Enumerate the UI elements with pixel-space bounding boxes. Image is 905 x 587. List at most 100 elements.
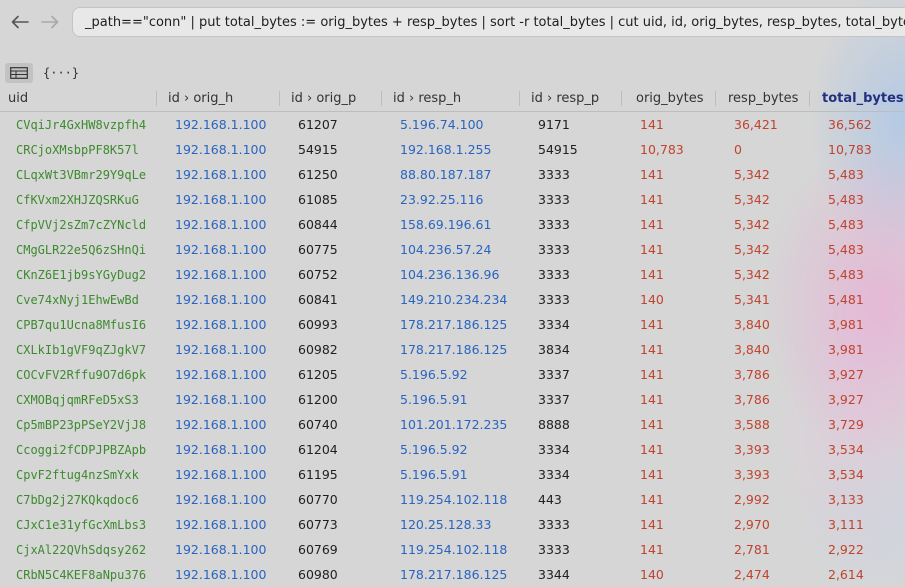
- cell-orig-h[interactable]: 192.168.1.100: [156, 492, 279, 507]
- table-view-button[interactable]: [5, 63, 33, 83]
- cell-uid[interactable]: COCvFV2Rffu9O7d6pk: [0, 368, 156, 382]
- cell-total-bytes[interactable]: 3,111: [809, 517, 905, 532]
- cell-uid[interactable]: CfKVxm2XHJZQSRKuG: [0, 193, 156, 207]
- cell-resp-bytes[interactable]: 5,342: [715, 267, 809, 282]
- cell-orig-h[interactable]: 192.168.1.100: [156, 242, 279, 257]
- cell-orig-bytes[interactable]: 141: [621, 242, 715, 257]
- cell-resp-bytes[interactable]: 2,992: [715, 492, 809, 507]
- table-row[interactable]: CfKVxm2XHJZQSRKuG 192.168.1.100 61085 23.92…: [0, 187, 905, 212]
- cell-total-bytes[interactable]: 3,981: [809, 317, 905, 332]
- table-row[interactable]: COCvFV2Rffu9O7d6pk 192.168.1.100 61205 5.19…: [0, 362, 905, 387]
- cell-orig-bytes[interactable]: 141: [621, 392, 715, 407]
- column-header-resp-h[interactable]: id › resp_h: [381, 86, 519, 111]
- cell-resp-h[interactable]: 119.254.102.118: [381, 542, 519, 557]
- cell-total-bytes[interactable]: 5,481: [809, 292, 905, 307]
- cell-uid[interactable]: CLqxWt3VBmr29Y9qLe: [0, 168, 156, 182]
- cell-resp-bytes[interactable]: 3,840: [715, 342, 809, 357]
- cell-resp-p[interactable]: 54915: [519, 142, 621, 157]
- cell-total-bytes[interactable]: 5,483: [809, 192, 905, 207]
- column-header-orig-p[interactable]: id › orig_p: [279, 86, 381, 111]
- cell-orig-h[interactable]: 192.168.1.100: [156, 292, 279, 307]
- cell-total-bytes[interactable]: 3,927: [809, 367, 905, 382]
- cell-resp-p[interactable]: 443: [519, 492, 621, 507]
- cell-resp-h[interactable]: 120.25.128.33: [381, 517, 519, 532]
- cell-resp-p[interactable]: 3344: [519, 567, 621, 582]
- cell-orig-bytes[interactable]: 140: [621, 567, 715, 582]
- table-row[interactable]: CXLkIb1gVF9qZJgkV7 192.168.1.100 60982 178.…: [0, 337, 905, 362]
- cell-resp-p[interactable]: 3334: [519, 317, 621, 332]
- cell-uid[interactable]: CMgGLR22e5Q6zSHnQi: [0, 243, 156, 257]
- column-header-resp-bytes[interactable]: resp_bytes: [715, 86, 809, 111]
- cell-orig-p[interactable]: 60982: [279, 342, 381, 357]
- cell-orig-h[interactable]: 192.168.1.100: [156, 467, 279, 482]
- cell-orig-p[interactable]: 60770: [279, 492, 381, 507]
- cell-resp-bytes[interactable]: 5,341: [715, 292, 809, 307]
- table-row[interactable]: CfpVVj2sZm7cZYNcld 192.168.1.100 60844 158.…: [0, 212, 905, 237]
- cell-uid[interactable]: CfpVVj2sZm7cZYNcld: [0, 218, 156, 232]
- cell-resp-p[interactable]: 3334: [519, 442, 621, 457]
- cell-uid[interactable]: Cp5mBP23pPSeY2VjJ8: [0, 418, 156, 432]
- cell-orig-p[interactable]: 60773: [279, 517, 381, 532]
- cell-total-bytes[interactable]: 5,483: [809, 217, 905, 232]
- cell-resp-h[interactable]: 5.196.74.100: [381, 117, 519, 132]
- cell-resp-h[interactable]: 5.196.5.92: [381, 367, 519, 382]
- cell-orig-h[interactable]: 192.168.1.100: [156, 567, 279, 582]
- cell-orig-bytes[interactable]: 141: [621, 492, 715, 507]
- cell-total-bytes[interactable]: 3,534: [809, 467, 905, 482]
- cell-resp-bytes[interactable]: 0: [715, 142, 809, 157]
- cell-uid[interactable]: CRbN5C4KEF8aNpu376: [0, 568, 156, 582]
- cell-total-bytes[interactable]: 3,534: [809, 442, 905, 457]
- cell-total-bytes[interactable]: 2,922: [809, 542, 905, 557]
- table-row[interactable]: Cp5mBP23pPSeY2VjJ8 192.168.1.100 60740 101.…: [0, 412, 905, 437]
- cell-orig-h[interactable]: 192.168.1.100: [156, 192, 279, 207]
- json-view-button[interactable]: {···}: [43, 63, 79, 83]
- table-row[interactable]: CpvF2ftug4nzSmYxk 192.168.1.100 61195 5.196…: [0, 462, 905, 487]
- cell-orig-p[interactable]: 61085: [279, 192, 381, 207]
- cell-total-bytes[interactable]: 3,981: [809, 342, 905, 357]
- cell-resp-h[interactable]: 23.92.25.116: [381, 192, 519, 207]
- cell-orig-bytes[interactable]: 141: [621, 267, 715, 282]
- query-input[interactable]: _path=="conn" | put total_bytes := orig_…: [72, 7, 905, 37]
- cell-orig-bytes[interactable]: 141: [621, 342, 715, 357]
- column-header-uid[interactable]: uid: [0, 86, 156, 111]
- cell-orig-p[interactable]: 60775: [279, 242, 381, 257]
- cell-orig-bytes[interactable]: 140: [621, 292, 715, 307]
- cell-resp-bytes[interactable]: 2,474: [715, 567, 809, 582]
- cell-orig-bytes[interactable]: 10,783: [621, 142, 715, 157]
- cell-resp-p[interactable]: 3333: [519, 292, 621, 307]
- cell-uid[interactable]: Ccoggi2fCDPJPBZApb: [0, 443, 156, 457]
- cell-resp-h[interactable]: 104.236.57.24: [381, 242, 519, 257]
- cell-resp-bytes[interactable]: 3,840: [715, 317, 809, 332]
- cell-resp-p[interactable]: 3337: [519, 392, 621, 407]
- cell-resp-h[interactable]: 5.196.5.91: [381, 392, 519, 407]
- cell-total-bytes[interactable]: 3,927: [809, 392, 905, 407]
- cell-resp-p[interactable]: 3334: [519, 467, 621, 482]
- cell-resp-bytes[interactable]: 5,342: [715, 167, 809, 182]
- column-header-orig-bytes[interactable]: orig_bytes: [621, 86, 715, 111]
- cell-resp-bytes[interactable]: 5,342: [715, 192, 809, 207]
- cell-uid[interactable]: CjxAl22QVhSdqsy262: [0, 543, 156, 557]
- cell-orig-h[interactable]: 192.168.1.100: [156, 267, 279, 282]
- cell-resp-bytes[interactable]: 2,781: [715, 542, 809, 557]
- cell-uid[interactable]: CPB7qu1Ucna8MfusI6: [0, 318, 156, 332]
- cell-orig-p[interactable]: 61200: [279, 392, 381, 407]
- cell-resp-p[interactable]: 8888: [519, 417, 621, 432]
- cell-resp-h[interactable]: 104.236.136.96: [381, 267, 519, 282]
- cell-orig-p[interactable]: 60993: [279, 317, 381, 332]
- cell-orig-h[interactable]: 192.168.1.100: [156, 392, 279, 407]
- cell-orig-h[interactable]: 192.168.1.100: [156, 442, 279, 457]
- cell-resp-h[interactable]: 178.217.186.125: [381, 317, 519, 332]
- cell-orig-p[interactable]: 60841: [279, 292, 381, 307]
- cell-resp-bytes[interactable]: 3,786: [715, 392, 809, 407]
- cell-total-bytes[interactable]: 5,483: [809, 242, 905, 257]
- cell-resp-p[interactable]: 3333: [519, 542, 621, 557]
- cell-uid[interactable]: Cve74xNyj1EhwEwBd: [0, 293, 156, 307]
- cell-total-bytes[interactable]: 36,562: [809, 117, 905, 132]
- cell-orig-p[interactable]: 60752: [279, 267, 381, 282]
- cell-resp-bytes[interactable]: 5,342: [715, 217, 809, 232]
- cell-orig-bytes[interactable]: 141: [621, 467, 715, 482]
- cell-orig-bytes[interactable]: 141: [621, 317, 715, 332]
- cell-orig-bytes[interactable]: 141: [621, 542, 715, 557]
- cell-uid[interactable]: CXLkIb1gVF9qZJgkV7: [0, 343, 156, 357]
- column-header-total-bytes[interactable]: total_bytes: [809, 86, 905, 111]
